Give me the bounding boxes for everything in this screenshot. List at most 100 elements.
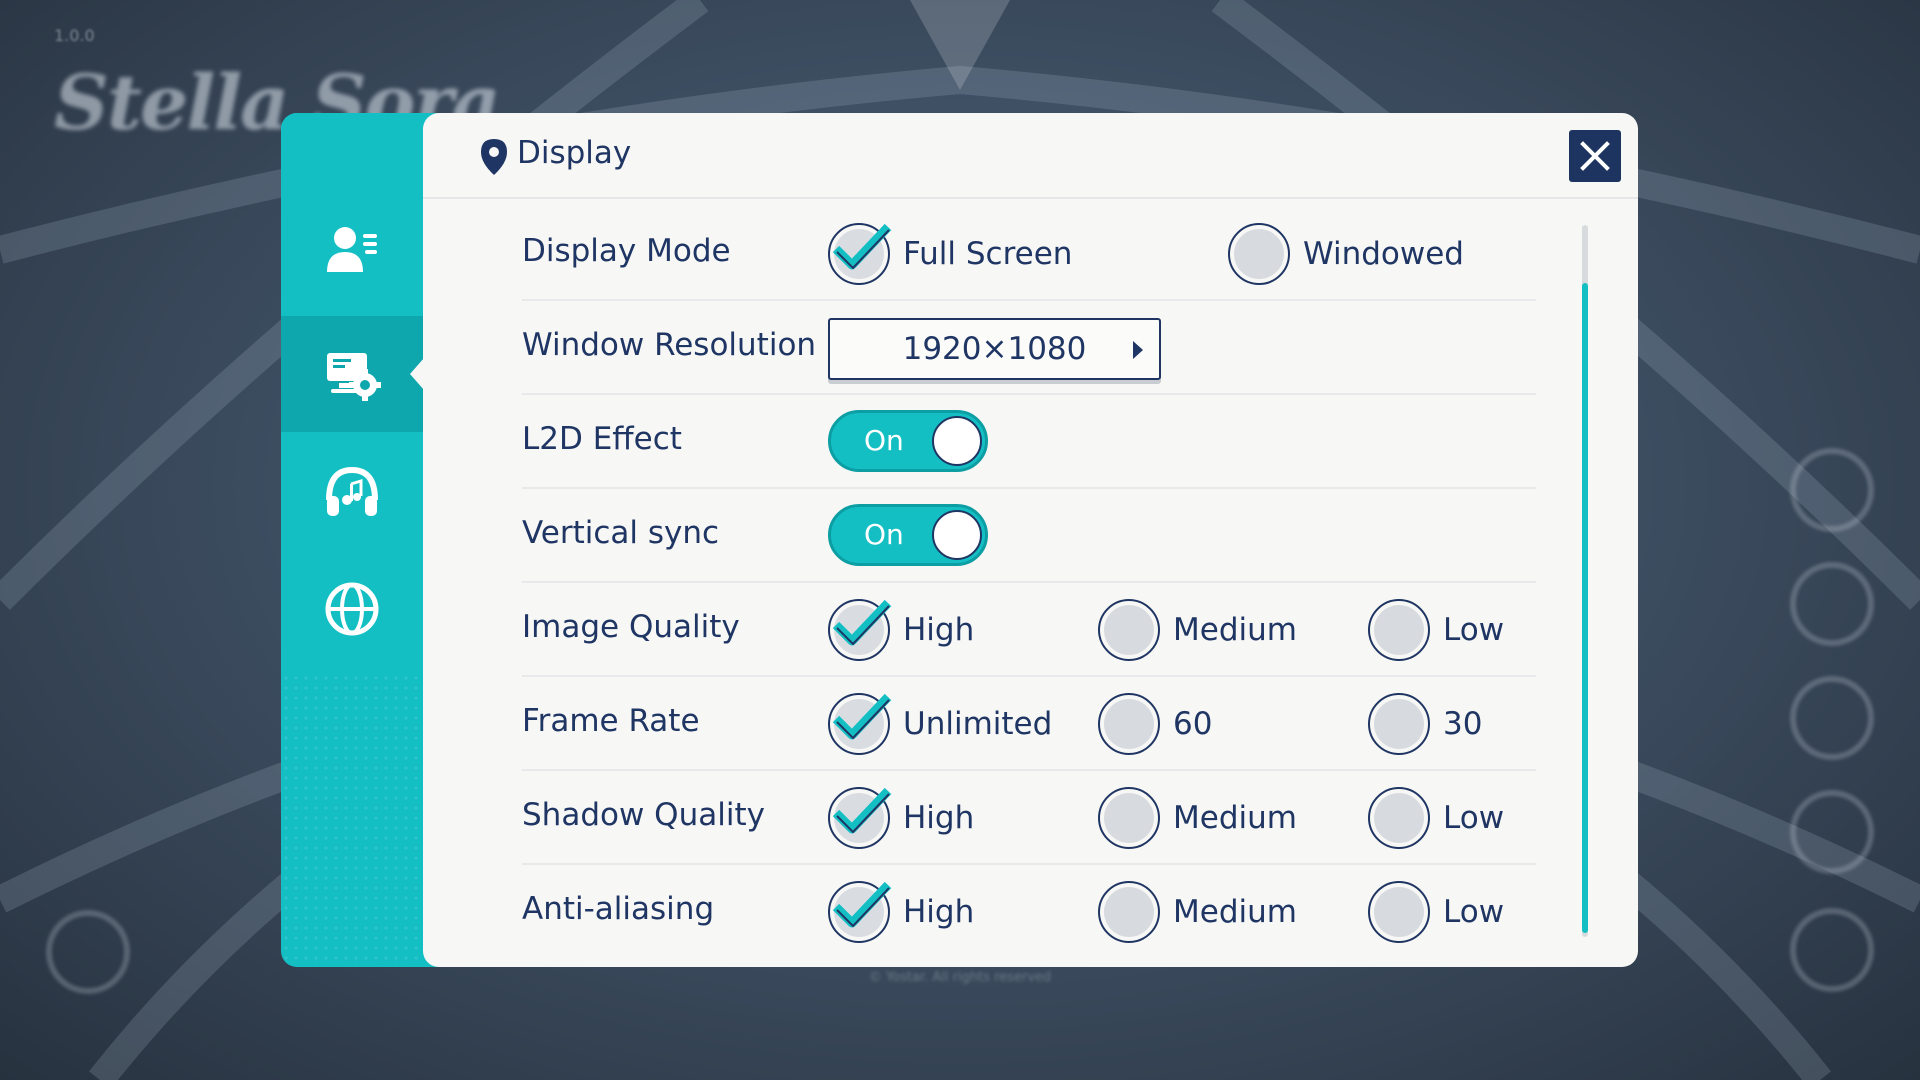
option-label: Medium (1173, 894, 1297, 930)
image-quality-low[interactable]: Low (1368, 599, 1505, 661)
frame-rate-30[interactable]: 30 (1368, 693, 1483, 755)
row-image-quality: Image Quality High Medium Low (522, 583, 1536, 677)
active-pointer (410, 358, 424, 390)
radio-checked (828, 881, 892, 943)
vertical-sync-toggle[interactable]: On (828, 504, 988, 566)
radio-checked (828, 599, 892, 661)
sidebar-item-display[interactable] (281, 316, 424, 432)
globe-icon (325, 582, 379, 636)
display-mode-full-screen[interactable]: Full Screen (828, 223, 1073, 285)
arrow-right-icon (1133, 341, 1143, 359)
toggle-state: On (864, 424, 904, 457)
window-resolution-label: Window Resolution (522, 327, 817, 363)
image-quality-medium[interactable]: Medium (1098, 599, 1297, 661)
radio-unchecked (1098, 881, 1160, 943)
row-display-mode: Display Mode Full Screen Windowed (522, 207, 1536, 301)
shadow-quality-medium[interactable]: Medium (1098, 787, 1297, 849)
panel-header: Display (423, 113, 1638, 199)
bg-side-button-5 (1790, 908, 1874, 992)
l2d-effect-toggle[interactable]: On (828, 410, 988, 472)
radio-unchecked (1368, 693, 1430, 755)
monitor-gear-icon (327, 353, 381, 401)
row-anti-aliasing: Anti-aliasing High Medium Low (522, 865, 1536, 959)
resolution-value: 1920×1080 (902, 331, 1087, 367)
option-label: Windowed (1303, 236, 1464, 272)
user-list-icon (327, 227, 377, 272)
close-icon (1580, 141, 1610, 171)
radio-unchecked (1098, 599, 1160, 661)
radio-unchecked (1368, 787, 1430, 849)
bg-side-button-1 (1790, 448, 1874, 532)
settings-panel: Display Display Mode Full Screen Windowe… (423, 113, 1638, 967)
sidebar-item-audio[interactable] (281, 435, 423, 551)
logo-version: 1.0.0 (54, 26, 95, 45)
row-l2d-effect: L2D Effect On (522, 395, 1536, 489)
anti-aliasing-low[interactable]: Low (1368, 881, 1505, 943)
anti-aliasing-medium[interactable]: Medium (1098, 881, 1297, 943)
option-label: 60 (1173, 706, 1213, 742)
row-window-resolution: Window Resolution 1920×1080 (522, 301, 1536, 395)
copyright-text: © Yostar. All rights reserved (868, 970, 1052, 985)
settings-sidebar (281, 113, 441, 967)
radio-unchecked (1228, 223, 1290, 285)
close-button[interactable] (1569, 130, 1621, 182)
option-label: Medium (1173, 612, 1297, 648)
row-vertical-sync: Vertical sync On (522, 489, 1536, 583)
row-frame-rate: Frame Rate Unlimited 60 30 (522, 677, 1536, 771)
anti-aliasing-label: Anti-aliasing (522, 891, 715, 927)
bg-side-button-3 (1790, 676, 1874, 760)
scrollbar-thumb[interactable] (1582, 283, 1588, 933)
shadow-quality-label: Shadow Quality (522, 797, 765, 833)
anti-aliasing-high[interactable]: High (828, 881, 975, 943)
frame-rate-60[interactable]: 60 (1098, 693, 1213, 755)
toggle-knob (932, 510, 982, 560)
l2d-effect-label: L2D Effect (522, 421, 682, 457)
option-label: High (903, 800, 975, 836)
row-shadow-quality: Shadow Quality High Medium Low (522, 771, 1536, 865)
frame-rate-label: Frame Rate (522, 703, 700, 739)
settings-dialog: Display Display Mode Full Screen Windowe… (281, 113, 1638, 967)
sidebar-item-language[interactable] (281, 551, 423, 667)
frame-rate-unlimited[interactable]: Unlimited (828, 693, 1053, 755)
option-label: High (903, 612, 975, 648)
toggle-state: On (864, 518, 904, 551)
radio-checked (828, 693, 892, 755)
image-quality-label: Image Quality (522, 609, 740, 645)
bg-side-button-2 (1790, 562, 1874, 646)
headphones-icon (326, 466, 378, 516)
radio-unchecked (1368, 881, 1430, 943)
option-label: Low (1443, 800, 1505, 836)
sidebar-item-account[interactable] (281, 191, 423, 307)
image-quality-high[interactable]: High (828, 599, 975, 661)
shadow-quality-low[interactable]: Low (1368, 787, 1505, 849)
checkmark-icon (832, 881, 892, 928)
option-label: Full Screen (903, 236, 1073, 272)
option-label: 30 (1443, 706, 1483, 742)
option-label: High (903, 894, 975, 930)
option-label: Unlimited (903, 706, 1053, 742)
location-pin-icon (481, 139, 507, 175)
bg-side-button-4 (1790, 790, 1874, 874)
settings-list: Display Mode Full Screen Windowed Window… (522, 207, 1536, 959)
display-mode-label: Display Mode (522, 233, 731, 269)
page-title: Display (517, 135, 632, 171)
option-label: Medium (1173, 800, 1297, 836)
settings-scrollbar[interactable] (1582, 225, 1588, 937)
radio-checked (828, 787, 892, 849)
checkmark-icon (832, 787, 892, 834)
shadow-quality-high[interactable]: High (828, 787, 975, 849)
radio-unchecked (1098, 693, 1160, 755)
vertical-sync-label: Vertical sync (522, 515, 720, 551)
checkmark-icon (832, 599, 892, 646)
radio-unchecked (1368, 599, 1430, 661)
option-label: Low (1443, 894, 1505, 930)
option-label: Low (1443, 612, 1505, 648)
toggle-knob (932, 416, 982, 466)
resolution-dropdown[interactable]: 1920×1080 (828, 318, 1161, 380)
bg-left-button (46, 910, 130, 994)
radio-checked (828, 223, 892, 285)
checkmark-icon (832, 223, 892, 270)
checkmark-icon (832, 693, 892, 740)
display-mode-windowed[interactable]: Windowed (1228, 223, 1464, 285)
radio-unchecked (1098, 787, 1160, 849)
